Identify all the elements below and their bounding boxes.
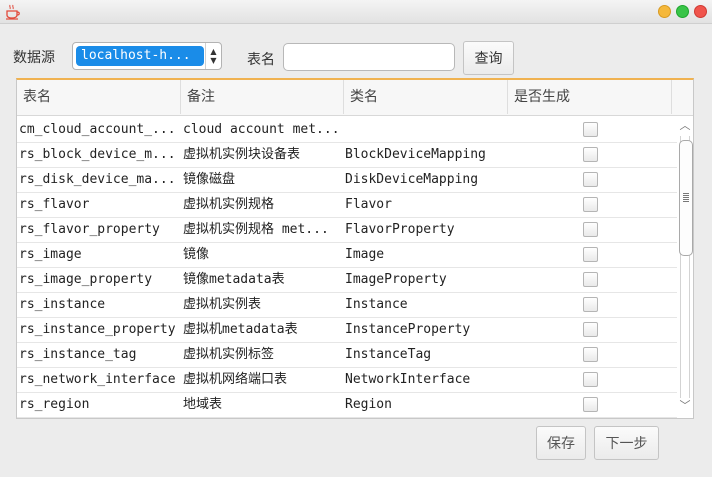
cell-remark: 镜像磁盘 — [183, 172, 236, 187]
table-row[interactable]: rs_network_interface 虚拟机网络端口表 NetworkInter… — [17, 368, 677, 393]
cell-table-name: rs_block_device_m... — [19, 147, 176, 162]
tablename-label: 表名 — [247, 52, 275, 68]
datasource-selected-value: localhost-h... — [76, 46, 204, 66]
cell-class-name: InstanceProperty — [345, 322, 471, 337]
updown-arrow-icon: ▲ ▼ — [205, 43, 221, 69]
cell-table-name: rs_instance_property — [19, 322, 176, 337]
cell-remark: 虚拟机网络端口表 — [183, 372, 288, 387]
cell-table-name: rs_image — [19, 247, 82, 262]
cell-remark: 虚拟机实例块设备表 — [183, 147, 301, 162]
cell-class-name: Region — [345, 397, 392, 412]
cell-table-name: rs_flavor — [19, 197, 90, 212]
table-list: 表名 备注 类名 是否生成 cm_cloud_account_... cloud … — [16, 78, 694, 419]
generate-checkbox[interactable] — [583, 272, 598, 287]
table-row[interactable]: rs_disk_device_ma... 镜像磁盘 DiskDeviceMappin… — [17, 168, 677, 193]
cell-table-name: rs_flavor_property — [19, 222, 160, 237]
cell-remark: cloud account met... — [183, 122, 340, 137]
cell-remark: 虚拟机实例规格 met... — [183, 222, 329, 237]
cell-remark: 虚拟机实例标签 — [183, 347, 275, 362]
table-row[interactable]: rs_flavor 虚拟机实例规格 Flavor — [17, 193, 677, 218]
cell-class-name: Flavor — [345, 197, 392, 212]
table-header: 表名 备注 类名 是否生成 — [17, 80, 693, 116]
cell-remark: 虚拟机metadata表 — [183, 322, 298, 337]
cell-remark: 虚拟机实例规格 — [183, 197, 275, 212]
tablename-input[interactable] — [283, 43, 455, 71]
chevron-down-icon[interactable]: ﹀ — [678, 400, 692, 412]
chevron-up-icon[interactable]: ︿ — [678, 120, 692, 132]
table-row[interactable]: rs_flavor_property 虚拟机实例规格 met... FlavorPr… — [17, 218, 677, 243]
cell-remark: 虚拟机实例表 — [183, 297, 262, 312]
coffee-cup-icon — [6, 4, 20, 20]
cell-table-name: rs_network_interface — [19, 372, 176, 387]
cell-class-name: ImageProperty — [345, 272, 447, 287]
table-row[interactable]: rs_instance 虚拟机实例表 Instance — [17, 293, 677, 318]
table-row[interactable]: rs_instance_tag 虚拟机实例标签 InstanceTag — [17, 343, 677, 368]
generate-checkbox[interactable] — [583, 247, 598, 262]
cell-remark: 镜像metadata表 — [183, 272, 285, 287]
cell-class-name: FlavorProperty — [345, 222, 455, 237]
generate-checkbox[interactable] — [583, 322, 598, 337]
title-bar — [0, 0, 712, 24]
cell-remark: 地域表 — [183, 397, 223, 412]
maximize-button[interactable] — [676, 5, 689, 18]
cell-remark: 镜像 — [183, 247, 210, 262]
table-row[interactable]: rs_image 镜像 Image — [17, 243, 677, 268]
generate-checkbox[interactable] — [583, 297, 598, 312]
generate-checkbox[interactable] — [583, 147, 598, 162]
cell-table-name: rs_instance_tag — [19, 347, 137, 362]
cell-table-name: rs_disk_device_ma... — [19, 172, 176, 187]
generate-checkbox[interactable] — [583, 122, 598, 137]
vertical-scrollbar[interactable]: ︿ ﹀ — [677, 118, 693, 416]
cell-class-name: DiskDeviceMapping — [345, 172, 479, 187]
next-step-button[interactable]: 下一步 — [594, 426, 659, 460]
table-row[interactable]: rs_instance_property 虚拟机metadata表 Instance… — [17, 318, 677, 343]
cell-table-name: rs_image_property — [19, 272, 153, 287]
generate-checkbox[interactable] — [583, 372, 598, 387]
datasource-label: 数据源 — [13, 50, 55, 66]
generate-checkbox[interactable] — [583, 172, 598, 187]
table-row[interactable]: rs_block_device_m... 虚拟机实例块设备表 BlockDevice… — [17, 143, 677, 168]
generate-checkbox[interactable] — [583, 222, 598, 237]
table-row[interactable]: rs_region 地域表 Region — [17, 393, 677, 418]
cell-class-name: InstanceTag — [345, 347, 432, 362]
generate-checkbox[interactable] — [583, 197, 598, 212]
column-header-table-name[interactable]: 表名 — [17, 80, 181, 114]
close-button[interactable] — [694, 5, 707, 18]
cell-table-name: rs_instance — [19, 297, 106, 312]
cell-table-name: cm_cloud_account_... — [19, 122, 176, 137]
table-row[interactable]: rs_image_property 镜像metadata表 ImagePropert… — [17, 268, 677, 293]
scroll-track[interactable] — [679, 136, 693, 398]
column-header-class-name[interactable]: 类名 — [344, 80, 508, 114]
column-header-remark[interactable]: 备注 — [181, 80, 344, 114]
datasource-select[interactable]: localhost-h... ▲ ▼ — [72, 42, 222, 70]
table-body: cm_cloud_account_... cloud account met...… — [17, 118, 677, 418]
minimize-button[interactable] — [658, 5, 671, 18]
cell-class-name: NetworkInterface — [345, 372, 471, 387]
grip-icon — [683, 193, 689, 203]
cell-class-name: Image — [345, 247, 385, 262]
query-button[interactable]: 查询 — [463, 41, 514, 75]
generate-checkbox[interactable] — [583, 397, 598, 412]
column-header-generate[interactable]: 是否生成 — [508, 80, 672, 114]
generate-checkbox[interactable] — [583, 347, 598, 362]
table-row[interactable]: cm_cloud_account_... cloud account met... — [17, 118, 677, 143]
cell-table-name: rs_region — [19, 397, 90, 412]
cell-class-name — [345, 118, 508, 142]
save-button[interactable]: 保存 — [536, 426, 586, 460]
cell-class-name: BlockDeviceMapping — [345, 147, 486, 162]
cell-class-name: Instance — [345, 297, 408, 312]
scroll-thumb[interactable] — [679, 140, 693, 256]
